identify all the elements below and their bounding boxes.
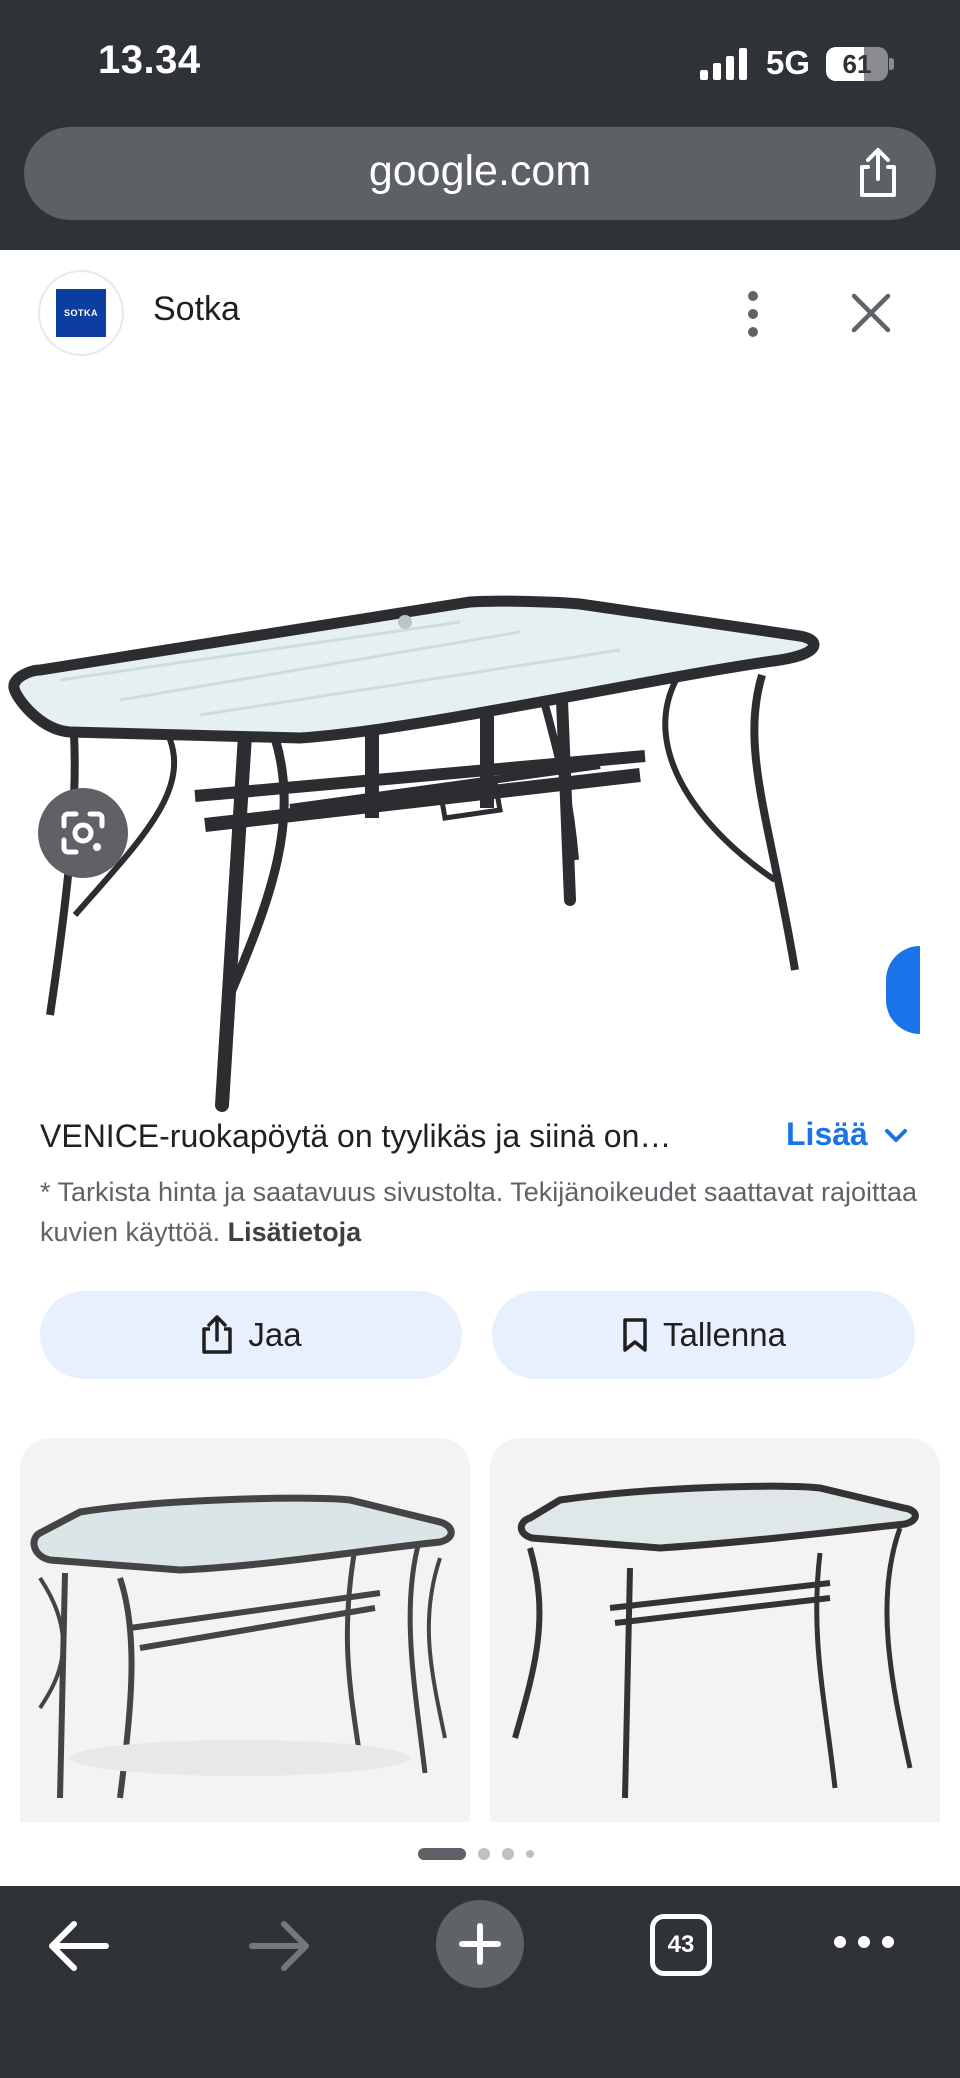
battery-icon: 61: [826, 47, 894, 81]
new-tab-button[interactable]: [436, 1900, 524, 1988]
more-button[interactable]: Lisää: [786, 1116, 868, 1153]
related-product-image: [512, 1482, 919, 1799]
share-icon[interactable]: [850, 145, 906, 201]
copyright-note-text: * Tarkista hinta ja saatavuus sivustolta…: [40, 1177, 918, 1247]
signal-icon: [700, 48, 747, 80]
share-icon: [202, 1315, 233, 1354]
network-type: 5G: [766, 44, 811, 81]
related-result-card[interactable]: [490, 1438, 940, 1822]
save-label: Tallenna: [663, 1316, 786, 1353]
product-image[interactable]: [0, 560, 960, 1120]
browser-top-bar: 13.34 5G 61 google.com: [0, 0, 960, 250]
source-name[interactable]: Sotka: [153, 290, 240, 329]
plus-icon: [459, 1923, 501, 1965]
sotka-logo: SOTKA: [56, 289, 106, 337]
pager-dot: [526, 1850, 534, 1858]
pager-dot: [478, 1848, 490, 1860]
related-result-card[interactable]: [20, 1438, 470, 1822]
close-icon[interactable]: [844, 286, 898, 340]
bookmark-icon: [623, 1318, 647, 1352]
more-horiz-icon[interactable]: [832, 1930, 896, 1954]
google-lens-button[interactable]: [38, 788, 128, 878]
forward-arrow-icon[interactable]: [246, 1916, 312, 1976]
battery-level: 61: [842, 49, 872, 79]
url-text: google.com: [368, 147, 592, 195]
status-time: 13.34: [98, 38, 201, 82]
chevron-down-icon[interactable]: [884, 1128, 908, 1144]
product-description: VENICE-ruokapöytä on tyylikäs ja siinä o…: [40, 1118, 672, 1154]
related-product-image: [30, 1494, 455, 1799]
browser-bottom-toolbar: 43: [0, 1886, 960, 2078]
pager-dot-active: [418, 1848, 466, 1860]
address-bar[interactable]: google.com: [24, 127, 936, 220]
back-arrow-icon[interactable]: [46, 1916, 112, 1976]
copyright-note: * Tarkista hinta ja saatavuus sivustolta…: [40, 1172, 920, 1252]
pager-dot: [502, 1848, 514, 1860]
save-button[interactable]: Tallenna: [492, 1291, 915, 1379]
share-button[interactable]: Jaa: [40, 1291, 462, 1379]
result-pager: [418, 1848, 534, 1860]
share-label: Jaa: [248, 1316, 302, 1353]
more-vert-icon[interactable]: [734, 284, 772, 344]
tab-switcher-button[interactable]: 43: [650, 1914, 712, 1976]
source-logo[interactable]: SOTKA: [40, 272, 122, 354]
lens-icon: [61, 811, 105, 855]
learn-more-link[interactable]: Lisätietoja: [228, 1217, 362, 1247]
